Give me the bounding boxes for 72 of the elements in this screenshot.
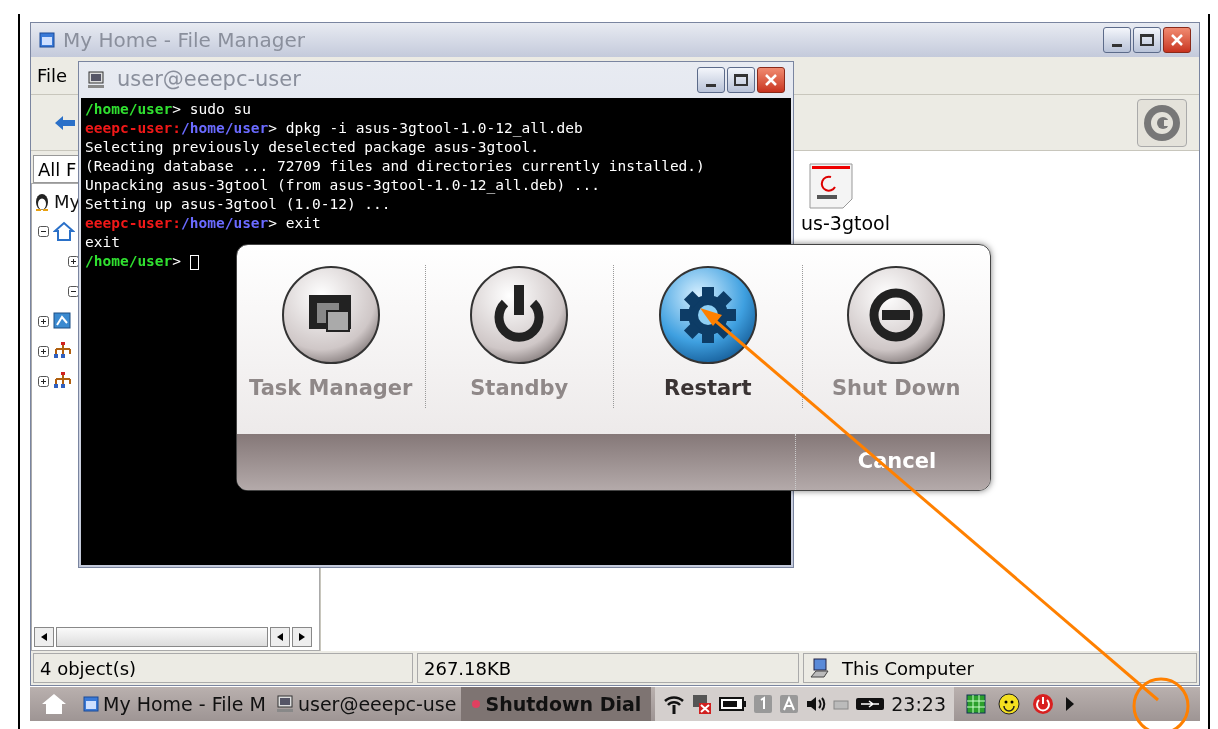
scroll-left-button[interactable] (270, 627, 290, 647)
maximize-button[interactable] (727, 67, 755, 93)
scrollbar-thumb[interactable] (56, 627, 268, 647)
window-title: user@eeepc-user (117, 66, 301, 94)
network-disconnected-icon[interactable] (691, 693, 714, 715)
close-icon (764, 73, 778, 87)
scroll-left-button[interactable] (34, 627, 54, 647)
input-method-icon[interactable] (779, 694, 800, 714)
close-icon (1170, 33, 1184, 47)
close-button[interactable] (1163, 27, 1191, 53)
status-bar-field: This Computer (803, 653, 1197, 683)
penguin-icon (34, 191, 50, 211)
minus-circle-icon (846, 265, 947, 365)
expand-icon[interactable] (68, 255, 79, 267)
network-icon[interactable] (53, 341, 73, 361)
debian-package-icon[interactable] (809, 163, 853, 209)
terminal-line: (Reading database ... 72709 files and directories currently installed.) (85, 157, 706, 176)
swirl-icon (1142, 102, 1182, 143)
minimize-button[interactable] (1103, 27, 1131, 53)
shutdown-option[interactable]: Restart (614, 265, 802, 408)
terminal-line: Setting up asus-3gtool (1.0-12) ... (85, 195, 392, 214)
right-arrow-icon (299, 633, 305, 641)
terminal-line: eeepc-user:/home/user> dpkg -i asus-3gtool-1.0-12_all.deb (85, 119, 584, 138)
terminal-line: exit (85, 233, 121, 252)
file-name[interactable]: us-3gtool (801, 209, 890, 238)
menu-item[interactable]: File (37, 62, 68, 89)
network-folder-icon[interactable] (53, 311, 73, 331)
network-icon[interactable] (53, 371, 73, 391)
terminal-line: Selecting previously deselected package asus-3gtool. (85, 138, 540, 157)
wifi-icon[interactable] (663, 693, 686, 715)
home-icon[interactable] (53, 221, 75, 241)
collapse-icon[interactable] (38, 225, 49, 237)
expand-icon[interactable] (38, 375, 49, 387)
restore-button[interactable] (1133, 27, 1161, 53)
home-icon[interactable] (40, 692, 68, 716)
smiley-icon[interactable] (998, 693, 1021, 715)
terminal-line: /home/user> sudo su (85, 100, 252, 119)
battery-icon[interactable] (719, 697, 748, 711)
taskbar-button[interactable]: user@eeepc-use (270, 687, 462, 721)
taskbar-button[interactable]: My Home - File M (78, 687, 271, 721)
computer-icon (275, 695, 294, 713)
window-icon (83, 696, 99, 712)
usb-icon[interactable] (855, 696, 886, 712)
left-arrow-icon (277, 633, 283, 641)
more-arrow-icon[interactable] (1066, 697, 1075, 711)
collapse-icon[interactable] (68, 285, 79, 297)
left-arrow-icon (41, 633, 47, 641)
windows-icon (280, 265, 381, 365)
clock: 23:23 (891, 691, 947, 717)
keyboard-layout-icon[interactable] (753, 694, 774, 714)
logo-button[interactable] (1137, 98, 1187, 147)
close-button[interactable] (757, 67, 785, 93)
dot-icon (471, 699, 482, 709)
power-icon (469, 265, 570, 365)
spreadsheet-icon[interactable] (966, 694, 987, 714)
computer-icon (87, 71, 105, 89)
terminal-line: Unpacking asus-3gtool (from asus-3gtool-1.0-12_all.deb) ... (85, 176, 602, 195)
scroll-right-button[interactable] (292, 627, 312, 647)
expand-icon[interactable] (38, 315, 49, 327)
tree-item[interactable]: My (54, 187, 81, 215)
speaker-icon[interactable] (805, 694, 828, 714)
expand-icon[interactable] (38, 345, 49, 357)
taskbar-button[interactable]: Shutdown Dial (461, 687, 652, 721)
terminal-line: eeepc-user:/home/user> exit (85, 214, 322, 233)
status-bar-field: 267.18KB (417, 653, 799, 683)
status-bar-field: 4 object(s) (33, 653, 413, 683)
computer-icon (810, 658, 830, 678)
minimize-button[interactable] (697, 67, 725, 93)
window-icon (39, 32, 55, 48)
gear-icon (657, 265, 758, 365)
window-title: My Home - File Manager (63, 27, 305, 54)
power-icon[interactable] (1032, 693, 1055, 715)
